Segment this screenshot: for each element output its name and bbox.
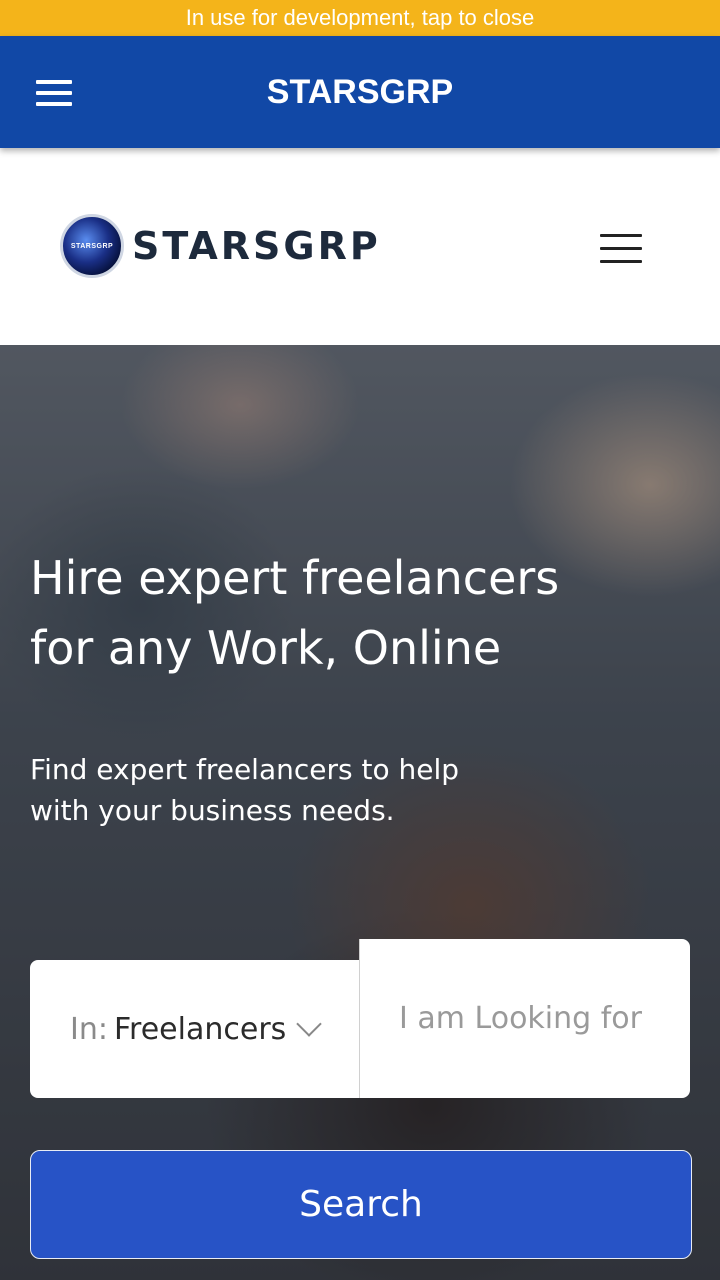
category-select[interactable]: In: Freelancers (30, 960, 359, 1098)
hero-headline: Hire expert freelancers for any Work, Onl… (30, 543, 590, 683)
logo-badge-text: STARSGRP (70, 242, 114, 250)
hero-subline-line1: Find expert freelancers to help (30, 753, 460, 786)
search-query-field[interactable]: I am Looking for (359, 939, 690, 1098)
site-logo[interactable]: STARSGRP STARSGRP (60, 212, 381, 280)
chevron-down-icon (296, 1011, 323, 1037)
search-button-label: Search (299, 1184, 423, 1225)
hero-section: Hire expert freelancers for any Work, Onl… (0, 345, 720, 1280)
category-prefix-label: In: (70, 1011, 108, 1047)
site-header: STARSGRP STARSGRP (0, 148, 720, 345)
logo-wordmark: STARSGRP (132, 224, 381, 268)
app-bar: STARSGRP (0, 36, 720, 148)
search-input[interactable] (359, 939, 690, 1098)
hero-subline: Find expert freelancers to help with your… (30, 749, 470, 831)
hero-headline-line1: Hire expert freelancers (30, 551, 560, 605)
development-banner-text: In use for development, tap to close (185, 5, 535, 30)
app-title: STARSGRP (266, 73, 454, 111)
hero-subline-line2: with your business needs. (30, 794, 395, 827)
category-selected-value: Freelancers (113, 1011, 287, 1047)
logo-badge-icon: STARSGRP (60, 214, 124, 278)
development-banner[interactable]: In use for development, tap to close (0, 0, 720, 36)
site-menu-icon[interactable] (600, 234, 644, 264)
search-button[interactable]: Search (30, 1150, 692, 1259)
hero-headline-line2: for any Work, Online (30, 621, 502, 675)
